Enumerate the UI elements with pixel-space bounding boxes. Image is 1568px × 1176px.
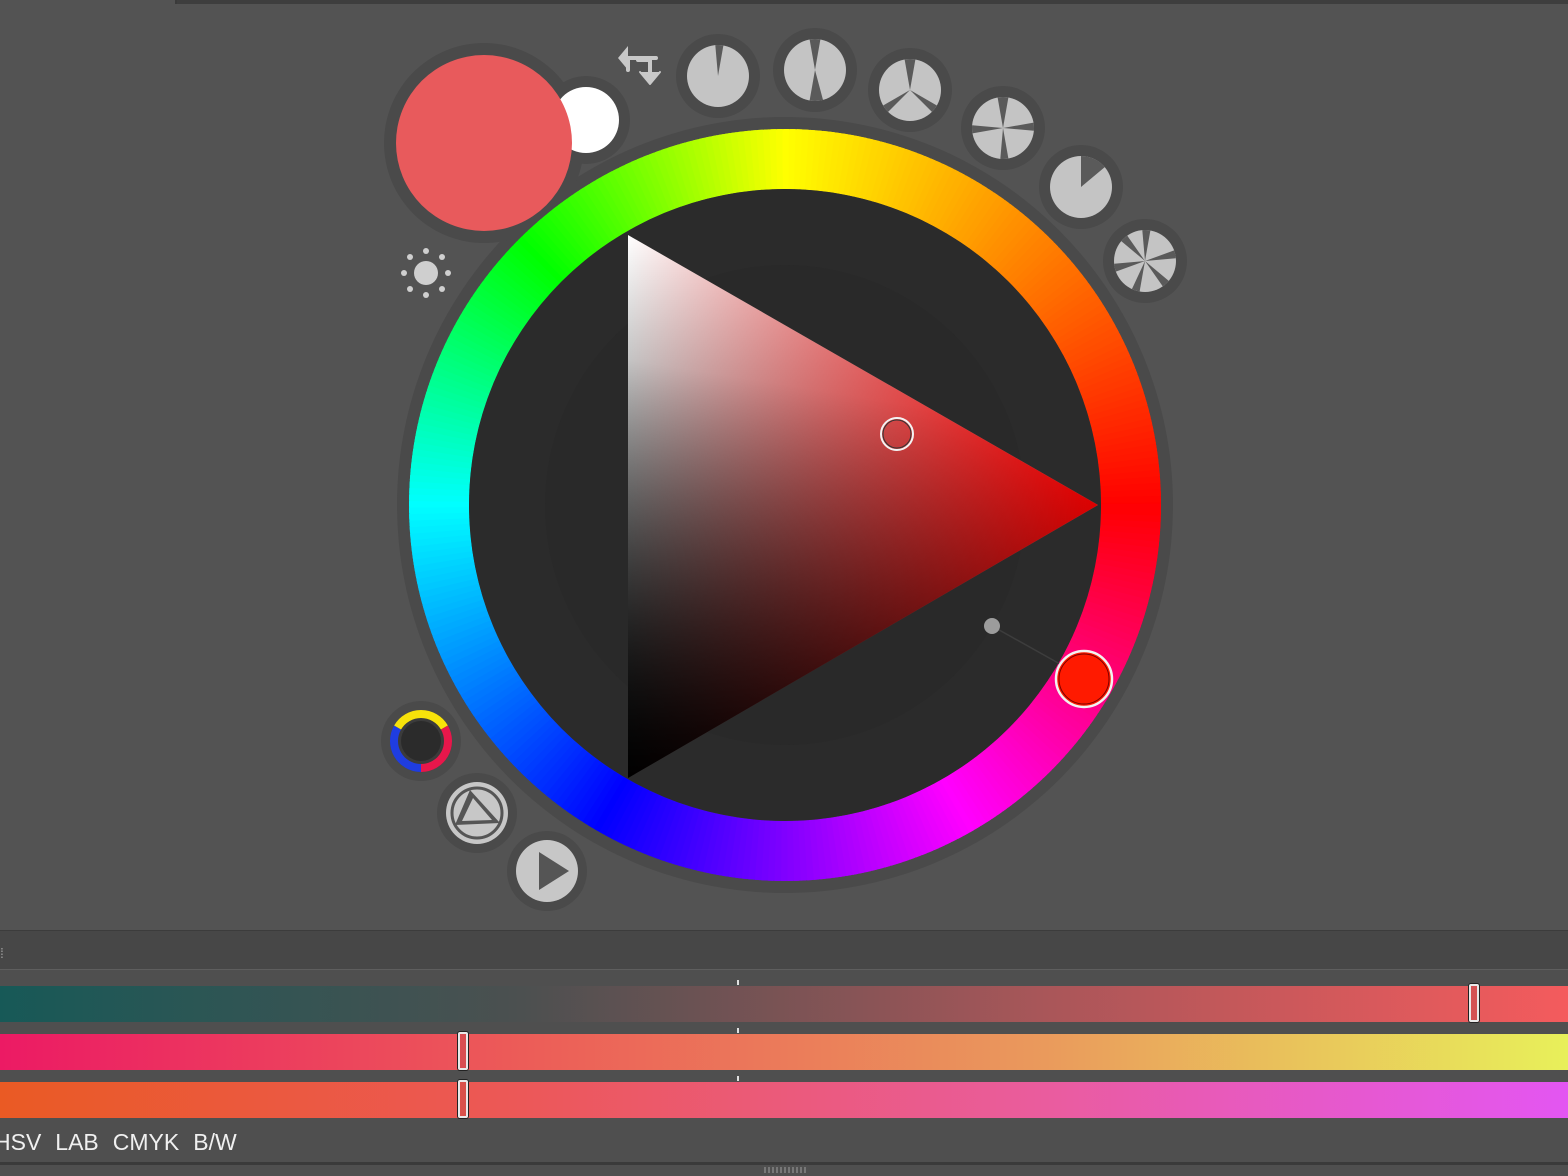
bottom-border [0,1162,1568,1165]
slider-center-tick [737,980,739,985]
play-icon[interactable] [516,840,578,902]
resize-grip-icon[interactable] [764,1167,806,1173]
hue-picker-handle[interactable] [1054,649,1114,709]
harmony-analogous-icon[interactable] [1050,156,1112,218]
value-slider-thumb[interactable] [457,1080,468,1118]
color-wheel-canvas[interactable] [0,0,1568,930]
harmony-triad-icon[interactable] [879,58,941,121]
saturation-slider[interactable] [0,1032,1568,1070]
slider-panel-tabbar: ⁞ [0,930,1568,970]
mode-bw[interactable]: B/W [193,1124,236,1160]
triangle-mode-icon[interactable] [446,782,508,844]
mode-hsv[interactable]: HSV [0,1124,41,1160]
hue-handle-anchor [984,618,1000,634]
mode-lab[interactable]: LAB [55,1124,98,1160]
slider-center-tick [737,1028,739,1033]
harmony-custom-icon[interactable] [1114,230,1176,292]
harmony-complementary-icon[interactable] [687,45,749,107]
foreground-color-swatch[interactable] [396,55,572,231]
hue-ring-segment [1100,503,1161,516]
swap-colors-icon[interactable] [618,46,661,85]
hue-slider-thumb[interactable] [1468,984,1479,1022]
harmony-tetrad-icon[interactable] [972,96,1034,159]
harmony-split-icon[interactable] [784,38,846,101]
tab-grip-icon[interactable]: ⁞ [0,945,4,961]
color-mode-tabs: HSV LAB CMYK B/W [0,1124,237,1160]
slider-center-tick [737,1076,739,1081]
color-model-ryb-icon[interactable] [390,709,452,772]
saturation-slider-thumb[interactable] [457,1032,468,1070]
value-slider[interactable] [0,1080,1568,1118]
mode-cmyk[interactable]: CMYK [113,1124,179,1160]
color-wheel-panel [0,0,1568,930]
hue-slider[interactable] [0,984,1568,1022]
brightness-icon[interactable] [401,248,451,298]
